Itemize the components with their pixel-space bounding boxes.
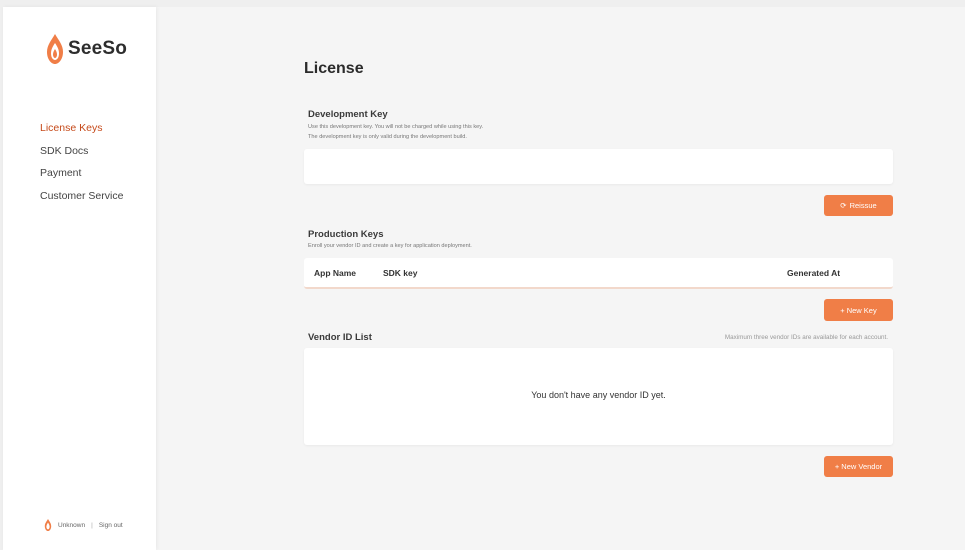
new-key-button[interactable]: + New Key [824, 299, 893, 321]
sidebar-nav: License Keys SDK Docs Payment Customer S… [40, 120, 123, 210]
sidebar-item-payment[interactable]: Payment [40, 165, 123, 188]
new-vendor-button[interactable]: + New Vendor [824, 456, 893, 477]
sidebar-item-customer-service[interactable]: Customer Service [40, 188, 123, 211]
brand-logo[interactable]: SeeSo [46, 34, 127, 64]
sidebar-item-sdk-docs[interactable]: SDK Docs [40, 143, 123, 166]
flame-icon [44, 519, 52, 531]
column-sdk-key: SDK key [383, 268, 418, 278]
vendor-limit-hint: Maximum three vendor IDs are available f… [724, 334, 888, 341]
production-keys-title: Production Keys [308, 229, 384, 240]
reissue-button[interactable]: ⟳ Reissue [824, 195, 893, 216]
development-key-title: Development Key [308, 109, 388, 120]
user-separator: | [91, 521, 93, 529]
user-box: Unknown | Sign out [44, 519, 123, 531]
sidebar: SeeSo License Keys SDK Docs Payment Cust… [3, 7, 156, 550]
vendor-id-list-title: Vendor ID List [308, 332, 372, 343]
brand-name: SeeSo [68, 38, 128, 59]
sign-out-link[interactable]: Sign out [99, 522, 123, 529]
development-key-desc-1: Use this development key. You will not b… [308, 124, 484, 130]
column-generated-at: Generated At [787, 268, 841, 278]
vendor-empty-message: You don't have any vendor ID yet. [531, 390, 666, 400]
sidebar-item-license-keys[interactable]: License Keys [40, 120, 123, 143]
refresh-icon: ⟳ [840, 201, 847, 210]
flame-icon [47, 34, 63, 64]
column-app-name: App Name [314, 268, 357, 278]
development-key-box[interactable] [304, 149, 893, 184]
user-name: Unknown [58, 521, 86, 529]
production-keys-desc: Enroll your vendor ID and create a key f… [308, 243, 472, 249]
page-title: License [304, 60, 364, 77]
production-keys-table-header: App Name SDK key Generated At [304, 258, 893, 289]
development-key-desc-2: The development key is only valid during… [308, 134, 467, 140]
reissue-label: Reissue [849, 201, 877, 210]
